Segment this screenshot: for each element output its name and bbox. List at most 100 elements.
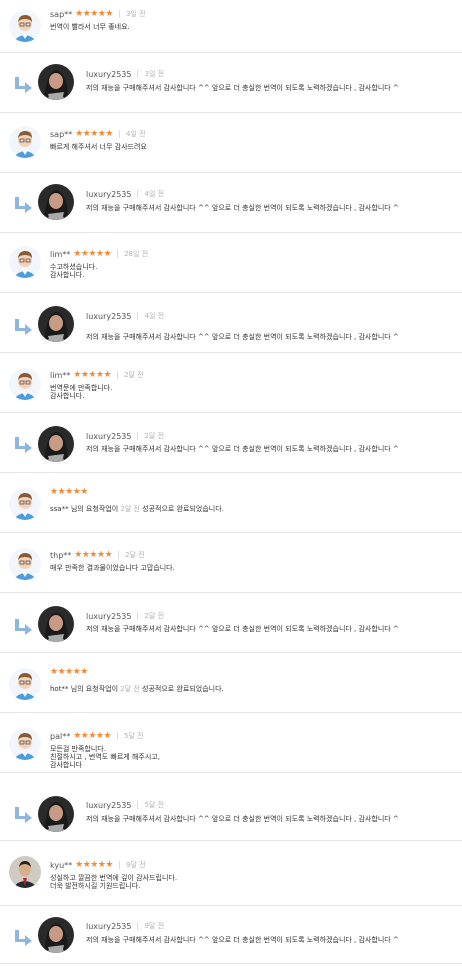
divider: [137, 922, 139, 930]
seller-name: luxury2535: [86, 800, 132, 810]
reviewer-name: lim**: [50, 370, 71, 380]
divider: [0, 112, 462, 113]
review-text: 수고하셨습니다. 감사합니다.: [50, 263, 98, 279]
avatar: [9, 856, 41, 888]
seller-avatar: [38, 64, 74, 100]
rating-stars: ★★★★★: [75, 8, 113, 19]
divider: [0, 652, 462, 653]
divider: [0, 172, 462, 173]
avatar: [9, 246, 41, 278]
review-time: 2달 전: [125, 551, 145, 559]
divider: [0, 412, 462, 413]
reply-time: 2달 전: [144, 612, 165, 620]
reply-text: 저의 재능을 구매해주셔서 감사합니다 ^^ 앞으로 더 충실한 번역이 되도록…: [86, 815, 399, 823]
status-text: 님의 요청작업이: [70, 685, 119, 693]
review-text: 빠르게 해주셔서 너무 감사드려요: [50, 143, 147, 151]
seller-avatar: [38, 184, 74, 220]
rating-stars: ★★★★★: [75, 128, 113, 139]
reply-arrow-icon: [12, 76, 34, 94]
seller-avatar: [38, 917, 74, 953]
reply-arrow-icon: [12, 929, 34, 947]
review-text: 번역이 빨라서 너무 좋네요.: [50, 23, 130, 31]
seller-name: luxury2535: [86, 311, 132, 321]
divider: [137, 190, 139, 198]
divider: [137, 312, 139, 320]
review-time: 3일 전: [126, 10, 146, 18]
reply-text: 저의 재능을 구매해주셔서 감사합니다 ^^ 앞으로 더 충실한 번역이 되도록…: [86, 84, 399, 92]
divider: [117, 732, 119, 740]
divider: [119, 861, 120, 869]
divider: [0, 532, 462, 533]
seller-name: luxury2535: [86, 431, 132, 441]
divider: [0, 772, 462, 773]
reviewer-name: hot**: [50, 685, 69, 693]
review-time: 5달 전: [124, 732, 144, 740]
avatar: [9, 488, 41, 520]
avatar: [9, 368, 41, 400]
status-text: 님의 요청작업이: [70, 505, 119, 513]
divider: [0, 840, 462, 841]
divider: [118, 551, 120, 559]
reply-arrow-icon: [12, 436, 34, 454]
divider: [137, 432, 139, 440]
reviewer-name: thp**: [50, 550, 72, 560]
avatar: [9, 728, 41, 760]
divider: [0, 232, 462, 233]
rating-stars: ★★★★★: [73, 248, 112, 259]
divider: [0, 963, 462, 964]
divider: [117, 250, 119, 258]
reply-text: 저의 재능을 구매해주셔서 감사합니다 ^^ 앞으로 더 충실한 번역이 되도록…: [86, 333, 399, 341]
avatar: [9, 548, 41, 580]
reply-time: 4일 전: [144, 190, 165, 198]
order-status: hot** 님의 요청작업이 2달 전 성공적으로 완료되었습니다.: [50, 685, 224, 693]
reviewer-name: ssa**: [50, 505, 69, 513]
rating-stars: ★★★★★: [73, 369, 112, 380]
divider: [0, 352, 462, 353]
reply-time: 3일 전: [144, 70, 165, 78]
status-time: 2달 전: [120, 505, 140, 513]
review-text: 번역문에 만족합니다. 감사합니다.: [50, 384, 113, 400]
status-text: 성공적으로 완료되었습니다.: [142, 685, 224, 693]
review-text: 성실하고 깔끔한 번역에 깊이 감사드립니다. 더욱 발전하시길 기원드립니다.: [50, 874, 178, 890]
divider: [0, 472, 462, 473]
rating-stars: ★★★★★: [73, 730, 112, 741]
reply-arrow-icon: [12, 618, 34, 636]
seller-name: luxury2535: [86, 189, 132, 199]
review-text: 모든걸 만족합니다. 친절하시고 , 번역도 빠르게 해주시고, 감사합니다: [50, 745, 160, 769]
reply-time: 4일 전: [144, 312, 165, 320]
seller-avatar: [38, 796, 74, 832]
status-text: 성공적으로 완료되었습니다.: [142, 505, 224, 513]
reviewer-name: sap**: [50, 129, 73, 139]
review-time: 28일 전: [124, 250, 149, 258]
seller-avatar: [38, 606, 74, 642]
divider: [0, 712, 462, 713]
seller-name: luxury2535: [86, 611, 132, 621]
divider: [137, 70, 139, 78]
reply-time: 9달 전: [144, 922, 165, 930]
reply-text: 저의 재능을 구매해주셔서 감사합니다 ^^ 앞으로 더 충실한 번역이 되도록…: [86, 204, 399, 212]
reply-text: 저의 재능을 구매해주셔서 감사합니다 ^^ 앞으로 더 충실한 번역이 되도록…: [86, 445, 399, 453]
review-time: 9달 전: [126, 861, 146, 869]
reviewer-name: lim**: [50, 249, 71, 259]
rating-stars: ★★★★★: [50, 486, 88, 497]
avatar: [9, 10, 41, 42]
rating-stars: ★★★★★: [74, 549, 113, 560]
rating-stars: ★★★★★: [75, 859, 113, 870]
order-status: ssa** 님의 요청작업이 2달 전 성공적으로 완료되었습니다.: [50, 505, 224, 513]
avatar: [9, 668, 41, 700]
reviewer-name: kyu**: [50, 860, 73, 870]
reply-time: 2달 전: [144, 432, 165, 440]
review-time: 4일 전: [126, 130, 146, 138]
divider: [117, 371, 119, 379]
reply-text: 저의 재능을 구매해주셔서 감사합니다 ^^ 앞으로 더 충실한 번역이 되도록…: [86, 625, 399, 633]
reply-time: 5달 전: [144, 801, 165, 809]
reply-arrow-icon: [12, 806, 34, 824]
review-text: 매우 만족한 결과물이었습니다 고맙습니다.: [50, 564, 175, 572]
reviewer-name: pal**: [50, 731, 71, 741]
divider: [137, 801, 139, 809]
seller-name: luxury2535: [86, 69, 132, 79]
reply-text: 저의 재능을 구매해주셔서 감사합니다 ^^ 앞으로 더 충실한 번역이 되도록…: [86, 936, 399, 944]
divider: [0, 52, 462, 53]
divider: [0, 592, 462, 593]
review-time: 2달 전: [124, 371, 144, 379]
